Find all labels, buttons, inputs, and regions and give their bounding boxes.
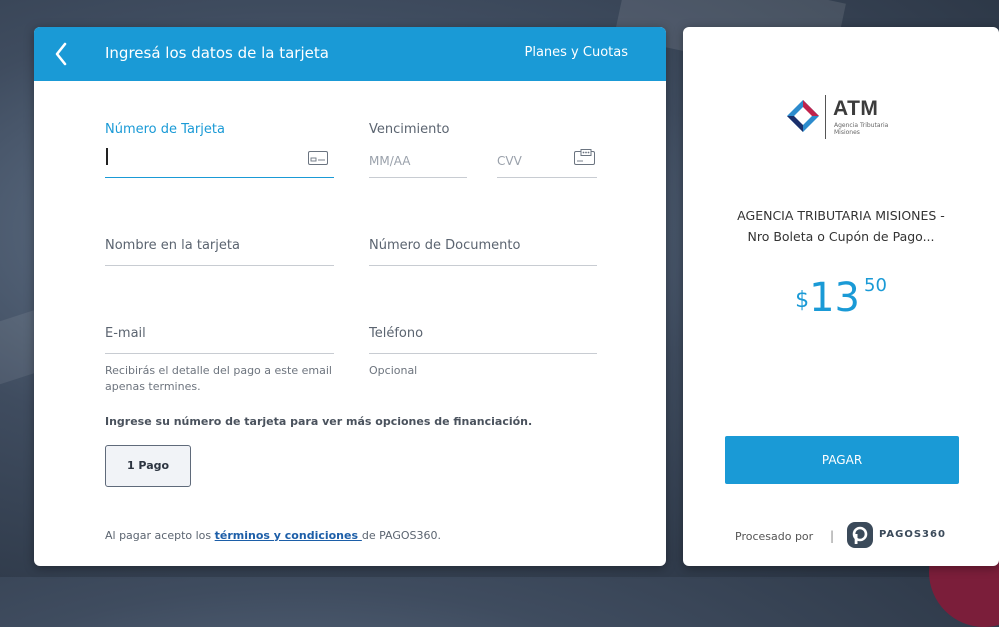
provider-name: PAGOS360 bbox=[879, 529, 946, 540]
card-number-label: Número de Tarjeta bbox=[105, 122, 225, 137]
amount-integer: 13 bbox=[809, 275, 860, 321]
financing-info: Ingrese su número de tarjeta para ver má… bbox=[105, 415, 533, 428]
cardholder-name-label: Nombre en la tarjeta bbox=[105, 238, 240, 253]
email-field[interactable]: E-mail bbox=[105, 326, 334, 354]
phone-label: Teléfono bbox=[369, 326, 424, 341]
logo-separator bbox=[825, 95, 826, 139]
document-number-field[interactable]: Número de Documento bbox=[369, 238, 597, 266]
cvv-underline bbox=[497, 177, 597, 178]
processed-by-label: Procesado por bbox=[735, 530, 814, 543]
cardholder-name-field[interactable]: Nombre en la tarjeta bbox=[105, 238, 334, 266]
card-form-panel: Ingresá los datos de la tarjeta Planes y… bbox=[34, 27, 666, 566]
terms-text: Al pagar acepto los términos y condicion… bbox=[105, 529, 441, 542]
installment-option-button[interactable]: 1 Pago bbox=[105, 445, 191, 487]
amount-cents: 50 bbox=[864, 275, 887, 296]
logo-text: ATM bbox=[833, 97, 879, 120]
back-button[interactable] bbox=[50, 39, 74, 69]
expiry-field[interactable]: Vencimiento MM/AA bbox=[369, 122, 467, 178]
expiry-label: Vencimiento bbox=[369, 122, 450, 137]
card-icon bbox=[308, 151, 328, 165]
phone-underline bbox=[369, 353, 597, 354]
cardholder-name-underline bbox=[105, 265, 334, 266]
terms-suffix: de PAGOS360. bbox=[361, 529, 442, 542]
email-hint: Recibirás el detalle del pago a este ema… bbox=[105, 364, 332, 393]
merchant-description: AGENCIA TRIBUTARIA MISIONES - Nro Boleta… bbox=[693, 205, 989, 247]
form-header: Ingresá los datos de la tarjeta Planes y… bbox=[34, 27, 666, 81]
amount-display: $13 50 bbox=[683, 275, 999, 321]
chevron-left-icon bbox=[55, 42, 67, 66]
pagos360-icon bbox=[847, 522, 873, 548]
cvv-field[interactable]: CVV bbox=[497, 122, 597, 178]
amount-currency: $ bbox=[795, 288, 810, 313]
email-underline bbox=[105, 353, 334, 354]
cvv-placeholder: CVV bbox=[497, 154, 522, 168]
plans-link[interactable]: Planes y Cuotas bbox=[525, 45, 629, 60]
card-number-field[interactable]: Número de Tarjeta bbox=[105, 122, 334, 178]
logo-subtext: Agencia Tributaria Misiones bbox=[834, 122, 889, 136]
cvv-card-icon bbox=[574, 149, 595, 165]
document-number-label: Número de Documento bbox=[369, 238, 521, 253]
terms-prefix: Al pagar acepto los bbox=[105, 529, 215, 542]
merchant-logo: ATM Agencia Tributaria Misiones bbox=[785, 95, 905, 141]
card-number-underline bbox=[105, 177, 334, 178]
merchant-line-2: Nro Boleta o Cupón de Pago... bbox=[747, 229, 935, 244]
text-caret bbox=[106, 148, 108, 165]
expiry-placeholder: MM/AA bbox=[369, 154, 411, 168]
merchant-line-1: AGENCIA TRIBUTARIA MISIONES - bbox=[737, 208, 945, 223]
payment-summary-panel: ATM Agencia Tributaria Misiones AGENCIA … bbox=[683, 27, 999, 566]
expiry-underline bbox=[369, 177, 467, 178]
atm-logo-icon bbox=[787, 100, 819, 132]
phone-field[interactable]: Teléfono bbox=[369, 326, 597, 354]
form-title: Ingresá los datos de la tarjeta bbox=[105, 44, 329, 62]
processed-separator: | bbox=[830, 529, 835, 543]
phone-hint: Opcional bbox=[369, 364, 418, 377]
pay-button[interactable]: PAGAR bbox=[725, 436, 959, 484]
document-number-underline bbox=[369, 265, 597, 266]
terms-link[interactable]: términos y condiciones bbox=[215, 529, 362, 542]
email-label: E-mail bbox=[105, 326, 146, 341]
